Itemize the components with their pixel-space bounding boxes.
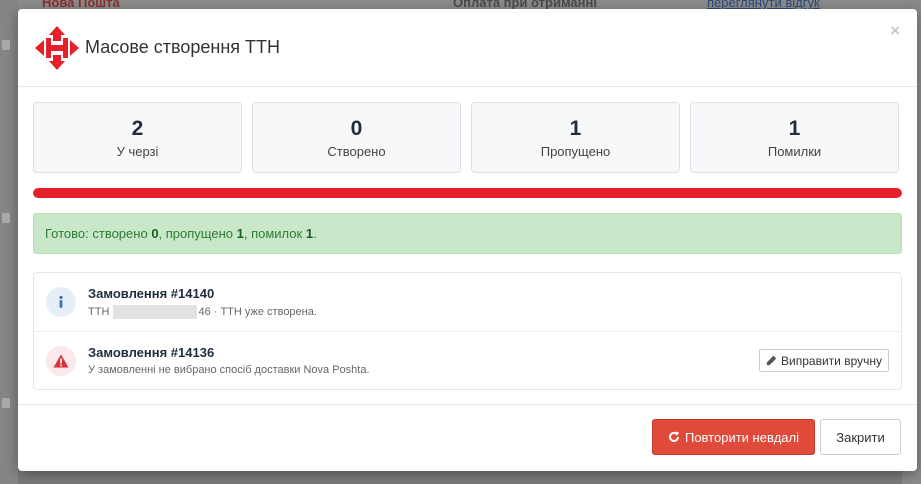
- retry-failed-button[interactable]: Повторити невдалі: [652, 419, 815, 455]
- fix-manually-button[interactable]: Виправити вручну: [759, 349, 889, 372]
- background-dropdown-icon: [2, 398, 10, 408]
- pencil-icon: [766, 355, 777, 366]
- result-list: Замовлення #14140 ТТН 46 · ТТН уже створ…: [33, 272, 902, 390]
- close-icon[interactable]: ×: [890, 22, 900, 39]
- stat-value: 1: [788, 117, 801, 140]
- retry-failed-label: Повторити невдалі: [684, 429, 799, 445]
- list-item: Замовлення #14136 У замовленні не вибран…: [34, 331, 901, 389]
- list-item-text: Замовлення #14140 ТТН 46 · ТТН уже створ…: [88, 286, 889, 319]
- progress-bar-fill: [33, 188, 902, 198]
- warning-icon: [46, 345, 76, 376]
- modal-title: Масове створення ТТН: [85, 37, 281, 57]
- list-item: Замовлення #14140 ТТН 46 · ТТН уже створ…: [34, 273, 901, 331]
- modal-footer: Повторити невдалі Закрити: [18, 404, 917, 471]
- stat-label: У черзі: [116, 144, 159, 159]
- refresh-icon: [669, 431, 680, 442]
- order-status-text: ТТН 46 · ТТН уже створена.: [88, 304, 889, 319]
- bulk-ttn-modal: Масове створення ТТН × 2 У черзі 0 Створ…: [18, 9, 917, 471]
- summary-created-count: 0: [151, 226, 159, 241]
- order-title: Замовлення #14140: [88, 285, 215, 301]
- summary-alert: Готово: створено 0, пропущено 1, помилок…: [33, 213, 902, 254]
- stat-errors: 1 Помилки: [690, 102, 899, 173]
- stat-queued: 2 У черзі: [33, 102, 242, 173]
- modal-body: 2 У черзі 0 Створено 1 Пропущено 1 Помил…: [18, 87, 917, 390]
- stat-value: 2: [131, 117, 144, 140]
- summary-prefix: Готово: створено: [45, 226, 148, 241]
- stat-label: Помилки: [767, 144, 822, 159]
- stat-label: Створено: [327, 144, 386, 159]
- stat-value: 1: [569, 117, 582, 140]
- stat-value: 0: [350, 117, 363, 140]
- stat-created: 0 Створено: [252, 102, 461, 173]
- background-dropdown-icon: [2, 40, 10, 50]
- close-button[interactable]: Закрити: [820, 419, 901, 455]
- ttn-status-tail: 46 · ТТН уже створена.: [198, 305, 317, 318]
- summary-mid2: , помилок: [243, 226, 303, 241]
- stats-row: 2 У черзі 0 Створено 1 Пропущено 1 Помил…: [33, 102, 902, 173]
- redacted-ttn-number: [113, 304, 198, 319]
- ttn-prefix: ТТН: [88, 305, 113, 318]
- stat-skipped: 1 Пропущено: [471, 102, 680, 173]
- summary-mid1: , пропущено: [158, 226, 233, 241]
- summary-skipped-count: 1: [236, 226, 244, 241]
- background-dropdown-icon: [2, 213, 10, 223]
- info-icon: [46, 287, 76, 317]
- progress-bar: [33, 188, 902, 198]
- modal-header: Масове створення ТТН ×: [18, 9, 917, 87]
- summary-suffix: .: [313, 226, 317, 241]
- summary-errors-count: 1: [305, 226, 314, 241]
- nova-poshta-logo-icon: [35, 25, 79, 70]
- fix-manually-label: Виправити вручну: [781, 353, 882, 368]
- background-left-column: [0, 0, 18, 484]
- stat-label: Пропущено: [540, 144, 611, 159]
